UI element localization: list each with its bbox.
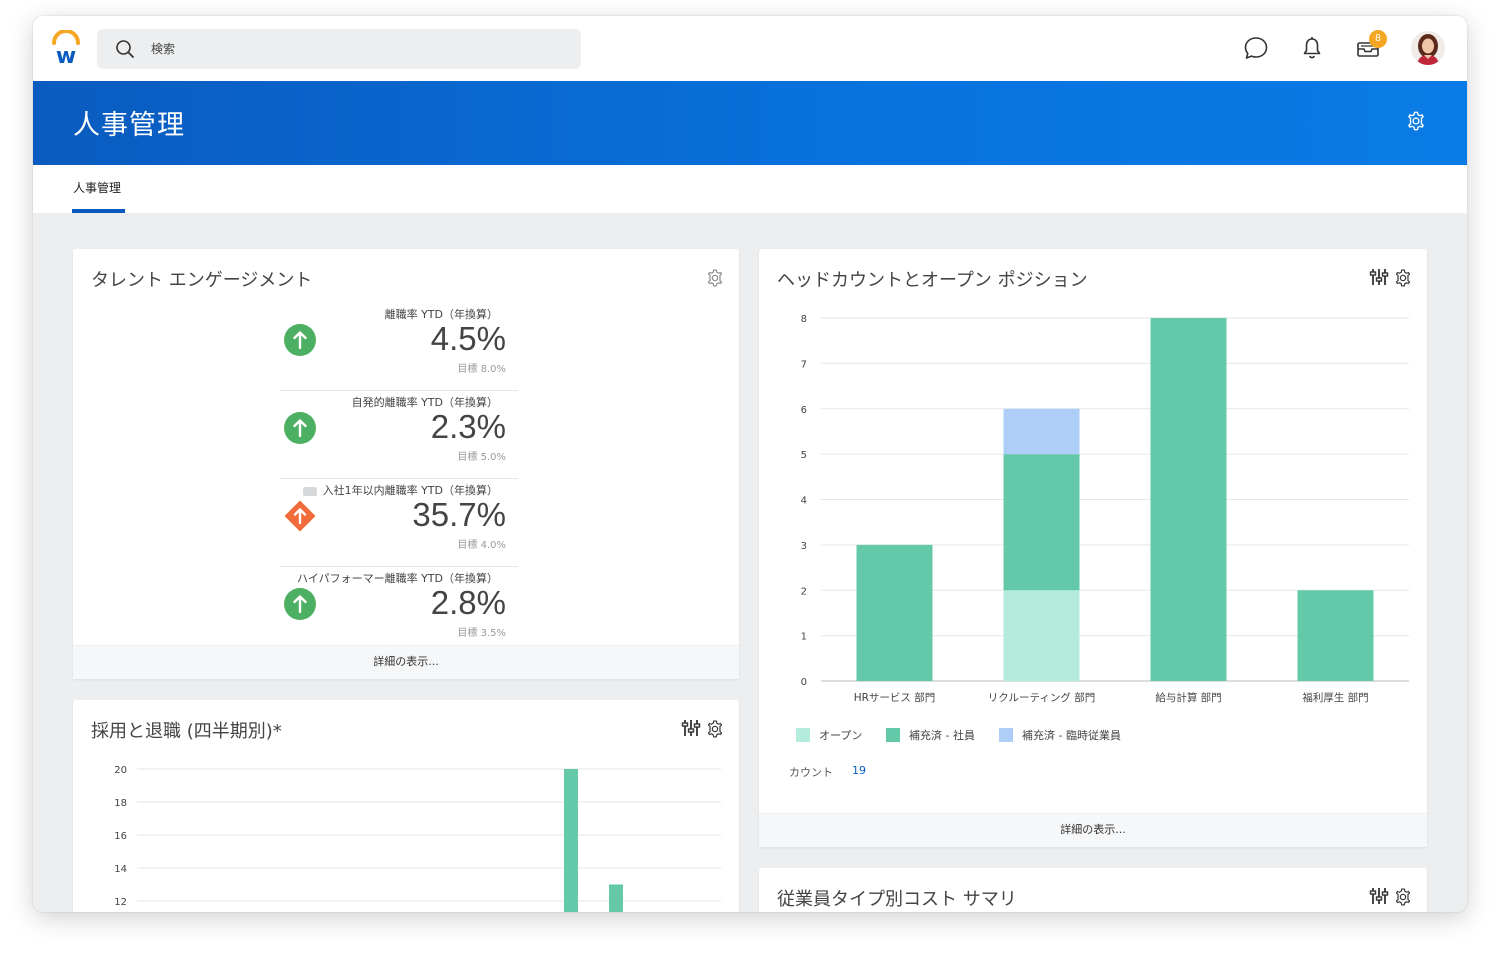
search-bar[interactable]: 検索 — [97, 29, 581, 69]
legend-label: オープン — [819, 729, 862, 742]
metric-high-performer-turnover-rate[interactable]: ハイパフォーマー離職率 YTD（年換算） 2.8% 目標 3.5% — [280, 567, 518, 655]
legend-label: 補充済 - 社員 — [909, 728, 975, 742]
page-header: 人事管理 — [33, 81, 1467, 165]
y-tick-label: 5 — [801, 450, 807, 461]
bar-segment[interactable] — [1297, 590, 1374, 681]
talent-engagement-card: タレント エンゲージメント 離職率 YTD（年換算） 4.5% 目標 8.0% … — [73, 249, 739, 679]
view-more-link[interactable]: 詳細の表示... — [759, 813, 1427, 847]
metric-target: 目標 4.0% — [457, 540, 506, 551]
header-settings-gear-icon[interactable] — [1405, 110, 1427, 132]
legend-swatch — [796, 728, 810, 742]
workday-logo[interactable]: w — [49, 30, 83, 66]
y-tick-label: 16 — [114, 831, 127, 842]
x-tick-label: 福利厚生 部門 — [1302, 691, 1368, 704]
metric-first-year-turnover-rate[interactable]: 入社1年以内離職率 YTD（年換算） 35.7% 目標 4.0% — [280, 479, 518, 567]
headcount-stacked-bar-chart: 0 1 2 3 4 5 6 7 8 HRサービス 部門 リクルーティング 部門 給与計算 部門 福利厚生… — [796, 314, 1409, 742]
y-tick-label: 18 — [114, 798, 127, 809]
comment-indicator-icon — [302, 486, 317, 496]
metric-target: 目標 5.0% — [457, 452, 506, 463]
metric-value: 35.7% — [412, 496, 506, 533]
top-bar: w 検索 8 — [33, 16, 1467, 81]
x-tick-label: 給与計算 部門 — [1155, 691, 1221, 704]
settings-gear-icon[interactable] — [1393, 887, 1413, 907]
metric-voluntary-turnover-rate[interactable]: 自発的離職率 YTD（年換算） 2.3% 目標 5.0% — [280, 391, 518, 479]
filter-sliders-icon[interactable] — [1369, 886, 1389, 906]
tab-bar: 人事管理 — [33, 165, 1467, 213]
legend-label: 補充済 - 臨時従業員 — [1022, 728, 1121, 742]
bar-segment[interactable] — [856, 544, 933, 681]
search-icon — [116, 40, 134, 58]
settings-gear-icon[interactable] — [705, 268, 725, 288]
inbox-badge: 8 — [1369, 30, 1387, 48]
x-tick-label: HRサービス 部門 — [854, 691, 936, 704]
y-tick-label: 14 — [114, 864, 127, 875]
chat-icon[interactable] — [1242, 34, 1270, 62]
tab-hr-management[interactable]: 人事管理 — [73, 179, 121, 196]
metric-target: 目標 8.0% — [457, 364, 506, 375]
card-title: 従業員タイプ別コスト サマリ — [777, 889, 1017, 910]
view-more-link[interactable]: 詳細の表示... — [73, 645, 739, 679]
legend-swatch — [999, 728, 1013, 742]
active-tab-indicator — [72, 209, 125, 213]
avatar[interactable] — [1411, 31, 1445, 65]
bar-segment[interactable] — [1003, 408, 1080, 455]
y-tick-label: 3 — [801, 541, 807, 552]
y-tick-label: 2 — [801, 586, 807, 597]
hires-terminations-chart: 12 14 16 18 20 — [114, 765, 721, 913]
svg-text:w: w — [56, 44, 76, 66]
metric-value: 2.8% — [430, 584, 506, 621]
count-value[interactable]: 19 — [852, 764, 866, 777]
notification-bell-icon[interactable] — [1298, 34, 1326, 62]
metric-value: 4.5% — [430, 320, 506, 357]
y-tick-label: 1 — [801, 632, 807, 643]
metric-turnover-rate[interactable]: 離職率 YTD（年換算） 4.5% 目標 8.0% — [280, 303, 518, 391]
cost-summary-card: 従業員タイプ別コスト サマリ — [759, 868, 1427, 912]
headcount-open-positions-card: ヘッドカウントとオープン ポジション 0 1 2 3 4 5 6 7 8 HRサービス 部門 リクル… — [759, 249, 1427, 847]
metric-target: 目標 3.5% — [457, 628, 506, 639]
legend-swatch — [886, 728, 900, 742]
metric-value: 2.3% — [430, 408, 506, 445]
hires-terminations-card: 採用と退職 (四半期別)* 12 14 16 18 20 — [73, 700, 739, 912]
y-tick-label: 12 — [114, 897, 127, 908]
y-tick-label: 4 — [801, 496, 807, 507]
y-tick-label: 6 — [801, 405, 807, 416]
arrow-up-diamond-warning-icon — [284, 500, 316, 532]
bar-segment[interactable] — [1150, 318, 1227, 681]
arrow-up-circle-icon — [284, 412, 316, 444]
user-photo — [1411, 31, 1445, 65]
arrow-up-circle-icon — [284, 324, 316, 356]
card-title: タレント エンゲージメント — [91, 270, 313, 291]
bar-segment[interactable] — [1003, 590, 1080, 681]
bar[interactable] — [609, 884, 623, 913]
arrow-up-circle-icon — [284, 588, 316, 620]
page-title: 人事管理 — [73, 110, 185, 141]
y-tick-label: 0 — [801, 677, 807, 688]
x-tick-label: リクルーティング 部門 — [988, 691, 1095, 704]
count-label: カウント — [789, 766, 833, 779]
bar-segment[interactable] — [1003, 454, 1080, 591]
search-placeholder: 検索 — [151, 42, 176, 56]
y-tick-label: 7 — [801, 359, 807, 370]
bar[interactable] — [564, 769, 578, 912]
app-window: w 検索 8 人事管理 人事管理 タレント エンゲージメント 離職率 YTD（年… — [33, 16, 1467, 912]
y-tick-label: 8 — [801, 314, 807, 325]
y-tick-label: 20 — [114, 765, 127, 776]
